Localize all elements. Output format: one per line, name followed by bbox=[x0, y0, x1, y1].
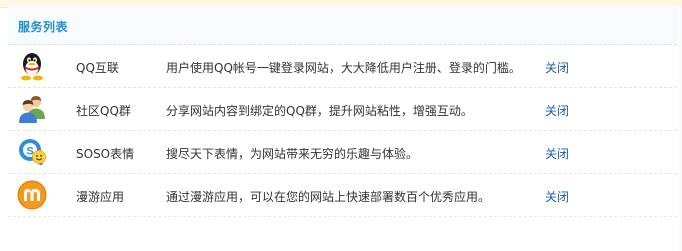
close-service-button[interactable]: 关闭 bbox=[545, 188, 569, 205]
service-description: 搜尽天下表情，为网站带来无穷的乐趣与体验。 bbox=[166, 147, 419, 161]
qq-penguin-icon bbox=[16, 50, 48, 82]
close-service-button[interactable]: 关闭 bbox=[545, 102, 569, 119]
service-description: 分享网站内容到绑定的QQ群，提升网站粘性，增强互动。 bbox=[166, 104, 473, 118]
service-name: QQ互联 bbox=[76, 61, 119, 75]
close-service-button[interactable]: 关闭 bbox=[545, 145, 569, 162]
service-row-soso-emoticon: S SOSO表情 搜尽天下表情，为网站带来无穷的乐趣与体验。 关闭 bbox=[8, 131, 682, 174]
service-row-qq-connect: QQ互联 用户使用QQ帐号一键登录网站，大大降低用户注册、登录的门槛。 关闭 bbox=[8, 45, 682, 88]
service-name: SOSO表情 bbox=[76, 147, 135, 161]
right-edge-shadow bbox=[678, 7, 682, 251]
community-group-icon bbox=[16, 93, 48, 125]
service-name: 社区QQ群 bbox=[76, 104, 131, 118]
panel-header: 服务列表 bbox=[8, 7, 682, 45]
service-row-community-qq-group: 社区QQ群 分享网站内容到绑定的QQ群，提升网站粘性，增强互动。 关闭 bbox=[8, 88, 682, 131]
service-list: QQ互联 用户使用QQ帐号一键登录网站，大大降低用户注册、登录的门槛。 关闭 社… bbox=[8, 45, 682, 217]
close-service-button[interactable]: 关闭 bbox=[545, 59, 569, 76]
service-description: 通过漫游应用，可以在您的网站上快速部署数百个优秀应用。 bbox=[166, 190, 491, 204]
panel-title: 服务列表 bbox=[18, 20, 69, 34]
service-list-panel: 服务列表 QQ互联 用户使用QQ帐号一键登录网站，大大降低用户注册、登录的门槛。… bbox=[8, 7, 682, 251]
manyou-app-icon bbox=[16, 179, 48, 211]
service-name: 漫游应用 bbox=[76, 190, 125, 204]
service-description: 用户使用QQ帐号一键登录网站，大大降低用户注册、登录的门槛。 bbox=[166, 61, 521, 75]
soso-emoticon-icon: S bbox=[16, 136, 48, 168]
service-row-manyou-app: 漫游应用 通过漫游应用，可以在您的网站上快速部署数百个优秀应用。 关闭 bbox=[8, 174, 682, 217]
